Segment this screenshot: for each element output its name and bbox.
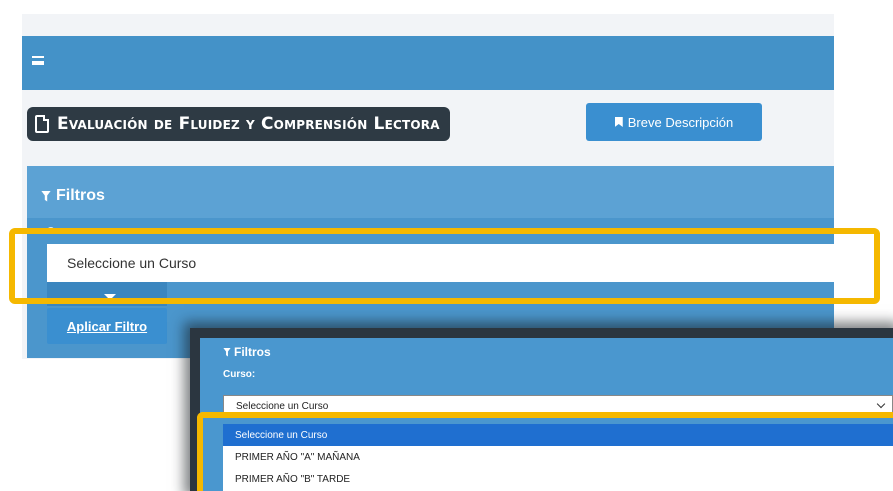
page-title: Evaluación de Fluidez y Comprensión Lect…: [27, 107, 450, 141]
bookmark-icon: [614, 117, 623, 127]
filter-panel-header: Filtros: [27, 166, 834, 218]
hamburger-icon[interactable]: [32, 56, 44, 65]
highlight-frame-select: [9, 228, 880, 304]
page-title-text: Evaluación de Fluidez y Comprensión Lect…: [57, 114, 440, 134]
inset-filter-title: Filtros: [223, 345, 271, 359]
inset-filter-title-text: Filtros: [234, 345, 271, 359]
funnel-icon: [41, 190, 51, 202]
inset-select-value: Seleccione un Curso: [236, 400, 329, 412]
filter-title: Filtros: [41, 187, 105, 205]
chevron-down-icon: [876, 399, 886, 409]
filter-title-text: Filtros: [56, 187, 105, 204]
highlight-frame-options: [197, 412, 893, 491]
app-window: Evaluación de Fluidez y Comprensión Lect…: [22, 14, 834, 359]
top-navbar: [22, 36, 834, 90]
breve-descripcion-button[interactable]: Breve Descripción: [586, 103, 762, 141]
inset-course-label: Curso:: [223, 369, 256, 380]
breve-descripcion-label: Breve Descripción: [627, 114, 734, 130]
funnel-icon: [223, 347, 231, 357]
document-icon: [35, 115, 49, 133]
apply-filter-button[interactable]: Aplicar Filtro: [47, 308, 167, 344]
